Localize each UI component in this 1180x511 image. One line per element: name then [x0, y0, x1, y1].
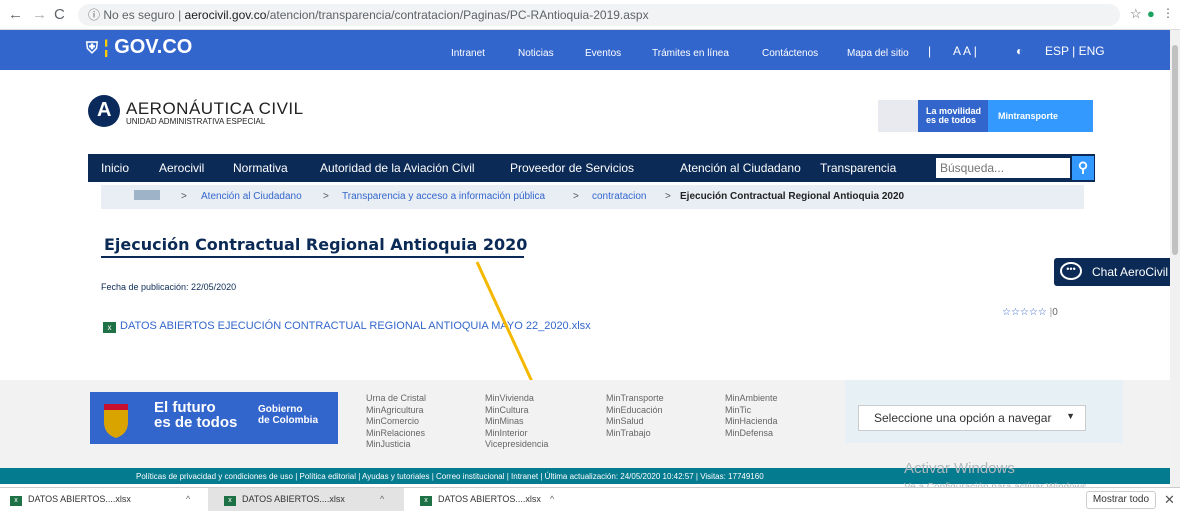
close-icon[interactable]: ✕ — [1164, 492, 1175, 508]
scrollbar-thumb[interactable] — [1172, 45, 1178, 255]
footer-link[interactable]: MinVivienda — [485, 393, 548, 405]
brand-line-2: es de todos — [154, 414, 238, 431]
footer-link[interactable]: MinEducación — [606, 405, 664, 417]
excel-file-icon: x — [420, 496, 432, 506]
windows-watermark: Activar Windows — [904, 460, 1015, 477]
gov-line-1: Gobierno — [258, 404, 303, 415]
footer-bottom-links[interactable]: Políticas de privacidad y condiciones de… — [136, 472, 764, 481]
show-all-button[interactable]: Mostrar todo — [1086, 491, 1156, 509]
footer-link[interactable]: MinHacienda — [725, 416, 778, 428]
footer-link[interactable]: MinRelaciones — [366, 428, 426, 440]
footer-link[interactable]: Urna de Cristal — [366, 393, 426, 405]
footer-col-1: Urna de Cristal MinAgricultura MinComerc… — [366, 393, 426, 451]
colombia-shield-icon — [90, 392, 142, 444]
chevron-up-icon[interactable]: ^ — [380, 488, 384, 510]
gov-line-2: de Colombia — [258, 415, 319, 426]
footer-link[interactable]: MinCultura — [485, 405, 548, 417]
download-item[interactable]: x DATOS ABIERTOS....xlsx ^ — [420, 488, 600, 511]
footer-link[interactable]: MinDefensa — [725, 428, 778, 440]
excel-file-icon: x — [10, 496, 22, 506]
footer-col-4: MinAmbiente MinTic MinHacienda MinDefens… — [725, 393, 778, 439]
chevron-down-icon: ▼ — [1066, 411, 1075, 421]
navigate-select-value: Seleccione una opción a navegar — [874, 411, 1052, 425]
downloads-bar: x DATOS ABIERTOS....xlsx ^ x DATOS ABIERTO… — [0, 487, 1180, 511]
footer-link[interactable]: MinAgricultura — [366, 405, 426, 417]
footer-link[interactable]: MinMinas — [485, 416, 548, 428]
footer-link[interactable]: MinTrabajo — [606, 428, 664, 440]
excel-file-icon: x — [224, 496, 236, 506]
download-item[interactable]: x DATOS ABIERTOS....xlsx ^ — [208, 488, 404, 511]
footer-link[interactable]: MinJusticia — [366, 439, 426, 451]
futuro-brand[interactable]: El futuro es de todos Gobierno de Colomb… — [142, 392, 338, 444]
footer-link[interactable]: MinTransporte — [606, 393, 664, 405]
footer-link[interactable]: MinInterior — [485, 428, 548, 440]
footer-link[interactable]: MinSalud — [606, 416, 664, 428]
footer-link[interactable]: MinAmbiente — [725, 393, 778, 405]
footer-link[interactable]: MinTic — [725, 405, 778, 417]
navigate-select[interactable]: Seleccione una opción a navegar ▼ — [858, 405, 1086, 431]
chevron-up-icon[interactable]: ^ — [186, 488, 190, 510]
scrollbar[interactable] — [1170, 30, 1180, 487]
footer-col-3: MinTransporte MinEducación MinSalud MinT… — [606, 393, 664, 439]
chevron-up-icon[interactable]: ^ — [550, 488, 554, 510]
footer-link[interactable]: MinComercio — [366, 416, 426, 428]
download-item[interactable]: x DATOS ABIERTOS....xlsx ^ — [10, 488, 200, 511]
footer-select-panel: Seleccione una opción a navegar ▼ — [845, 380, 1123, 443]
footer-link[interactable]: Vicepresidencia — [485, 439, 548, 451]
brand-line-1: El futuro — [154, 399, 216, 416]
footer-col-2: MinVivienda MinCultura MinMinas MinInter… — [485, 393, 548, 451]
